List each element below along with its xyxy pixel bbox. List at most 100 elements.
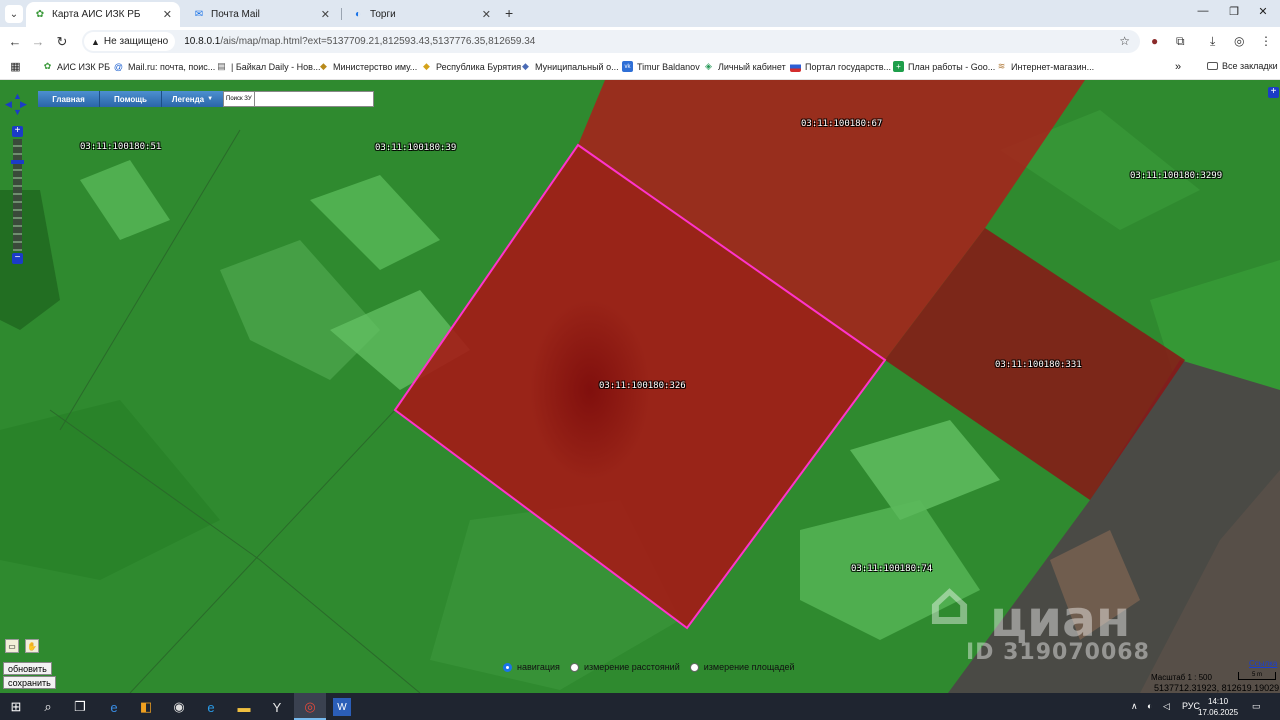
ie-icon[interactable]: e <box>105 698 123 716</box>
save-button[interactable]: сохранить <box>3 676 56 689</box>
mode-navigation[interactable]: навигация <box>503 662 560 672</box>
refresh-button[interactable]: обновить <box>3 662 52 675</box>
app-icon[interactable]: ◧ <box>137 698 155 716</box>
bookmark-label: Все закладки <box>1222 61 1278 71</box>
zoom-track[interactable] <box>13 139 22 251</box>
bookmark-vk[interactable]: vk Timur Baldanov <box>622 61 700 72</box>
measure-modes: навигация измерение расстояний измерение… <box>503 662 805 672</box>
minimize-button[interactable]: — <box>1192 5 1214 17</box>
mode-area[interactable]: измерение площадей <box>689 662 795 672</box>
menu-help-button[interactable]: Помощь <box>100 91 162 107</box>
zoom-out-button[interactable]: − <box>12 253 23 264</box>
leaf-icon: ✿ <box>35 9 45 20</box>
browser-toolbar: ← → ↻ ▲ Не защищено 10.8.0.1/ais/map/map… <box>0 27 1280 57</box>
network-icon[interactable]: ◐ <box>1147 701 1152 711</box>
pan-down-icon[interactable]: ▼ <box>13 107 22 117</box>
sheets-icon: + <box>893 61 904 72</box>
extension-icon[interactable]: ● <box>1151 34 1158 48</box>
tab-search-button[interactable]: ⌄ <box>5 5 23 23</box>
menu-label: Легенда <box>171 94 205 104</box>
radio[interactable] <box>689 662 699 672</box>
folder-icon[interactable]: ▬ <box>235 698 253 716</box>
bookmark-municipal[interactable]: ◆ Муниципальный о... <box>520 61 619 72</box>
bookmark-label: План работы - Goo... <box>908 61 996 72</box>
menu-home-button[interactable]: Главная <box>38 91 100 107</box>
close-icon[interactable]: ✕ <box>163 8 172 21</box>
tab-ais-map[interactable]: ✿ Карта АИС ИЗК РБ ✕ <box>26 2 180 27</box>
clock-time: 14:10 <box>1208 697 1229 706</box>
radio[interactable] <box>503 662 512 672</box>
app-icon[interactable]: ◉ <box>170 698 188 716</box>
yandex-browser-icon[interactable]: Y <box>268 698 286 716</box>
bookmark-ministry[interactable]: ◆ Министерство иму... <box>318 61 417 72</box>
shop-icon: ≋ <box>997 61 1006 71</box>
close-icon[interactable]: ✕ <box>321 8 330 21</box>
close-window-button[interactable]: ✕ <box>1252 5 1274 18</box>
menu-label: Главная <box>52 94 85 104</box>
bookmark-label: | Байкал Daily - Нов... <box>231 61 321 72</box>
forward-icon[interactable]: → <box>30 34 46 49</box>
clock-date: 17.06.2025 <box>1198 708 1239 717</box>
at-icon: @ <box>113 61 124 72</box>
zoom-slider-handle[interactable] <box>11 160 24 164</box>
pan-left-icon[interactable]: ◀ <box>5 99 12 110</box>
map-tool-icon[interactable]: ▭ <box>5 639 19 653</box>
notifications-icon[interactable]: ▭ <box>1252 701 1261 712</box>
restore-button[interactable]: ❐ <box>1223 5 1245 18</box>
bookmark-buryatia[interactable]: ◆ Республика Бурятия <box>421 61 521 72</box>
bookmark-shop[interactable]: ≋ Интернет-магазин... <box>996 61 1094 72</box>
bookmark-baikal[interactable]: ▤ | Байкал Daily - Нов... <box>216 61 320 72</box>
apps-icon[interactable]: ▦ <box>10 61 25 73</box>
bookmark-mailru[interactable]: @ Mail.ru: почта, поис... <box>113 61 215 72</box>
parcel-label: 03:11:100180:3299 <box>1130 171 1223 181</box>
close-icon[interactable]: ✕ <box>482 8 491 21</box>
taskbar: ⊞ ⌕ ❐ e ◧ ◉ e ▬ Y ◎ W ∧ ◐ ◁ РУС 14:10 17… <box>0 693 1280 720</box>
word-icon[interactable]: W <box>333 698 351 716</box>
reload-icon[interactable]: ↻ <box>54 34 70 50</box>
hand-icon[interactable]: ✋ <box>25 639 39 653</box>
clock[interactable]: 14:10 17.06.2025 <box>1198 696 1238 718</box>
menu-dots-icon[interactable]: ⋮ <box>1260 34 1272 48</box>
pan-control: ▲ ◀ ▶ ▼ <box>5 91 29 118</box>
bookmark-ais[interactable]: ✿ АИС ИЗК РБ <box>42 61 110 72</box>
parcel-search-input[interactable] <box>253 92 373 106</box>
edge-icon[interactable]: e <box>202 698 220 716</box>
tab-torgi[interactable]: ◐ Торги ✕ <box>344 2 499 27</box>
chrome-icon[interactable]: ◎ <box>301 698 319 716</box>
windows-start-icon[interactable]: ⊞ <box>7 698 25 716</box>
mode-distance[interactable]: измерение расстояний <box>569 662 680 672</box>
tab-title: Почта Mail <box>211 9 260 20</box>
permalink[interactable]: Ссылка <box>1249 659 1277 668</box>
download-icon[interactable]: ⤓ <box>1210 34 1215 49</box>
new-tab-button[interactable]: + <box>505 5 513 21</box>
watermark-id: ID 319070068 <box>966 640 1150 665</box>
puzzle-icon[interactable]: ⧉ <box>1176 34 1185 49</box>
back-icon[interactable]: ← <box>7 34 23 49</box>
tab-mail[interactable]: ✉ Почта Mail ✕ <box>185 2 338 27</box>
tray-up-icon[interactable]: ∧ <box>1131 701 1138 712</box>
more-bookmarks-icon[interactable]: » <box>1175 61 1181 73</box>
bookmark-star-icon[interactable]: ☆ <box>1119 34 1130 48</box>
profile-icon[interactable]: ◎ <box>1234 34 1244 48</box>
layer-switcher-button[interactable]: + <box>1268 87 1279 98</box>
url-path: /ais/map/map.html?ext=5137709.21,812593.… <box>220 36 536 47</box>
bookmark-label: Министерство иму... <box>333 61 418 72</box>
volume-icon[interactable]: ◁ <box>1163 701 1170 712</box>
parcel-search: Поиск ЗУ <box>223 91 374 107</box>
crest-icon: ◆ <box>320 61 327 71</box>
leaf-icon: ✿ <box>43 61 52 71</box>
zoom-in-button[interactable]: + <box>12 126 23 137</box>
bookmark-plan[interactable]: + План работы - Goo... <box>893 61 995 72</box>
all-bookmarks[interactable]: Все закладки <box>1207 61 1278 71</box>
menu-legend-button[interactable]: Легенда ▼ <box>162 91 224 107</box>
task-view-icon[interactable]: ❐ <box>71 698 89 716</box>
radio[interactable] <box>569 662 579 672</box>
security-label: Не защищено <box>103 36 169 47</box>
bookmark-label: Mail.ru: почта, поис... <box>128 61 216 72</box>
bookmark-cabinet[interactable]: ◈ Личный кабинет <box>703 61 786 72</box>
bookmark-gosuslugi[interactable]: Портал государств... <box>790 61 891 72</box>
security-chip[interactable]: ▲ Не защищено <box>84 32 176 51</box>
parcel-label: 03:11:100180:74 <box>851 564 933 574</box>
address-bar[interactable]: ▲ Не защищено 10.8.0.1/ais/map/map.html?… <box>82 30 1140 53</box>
search-icon[interactable]: ⌕ <box>39 698 57 716</box>
